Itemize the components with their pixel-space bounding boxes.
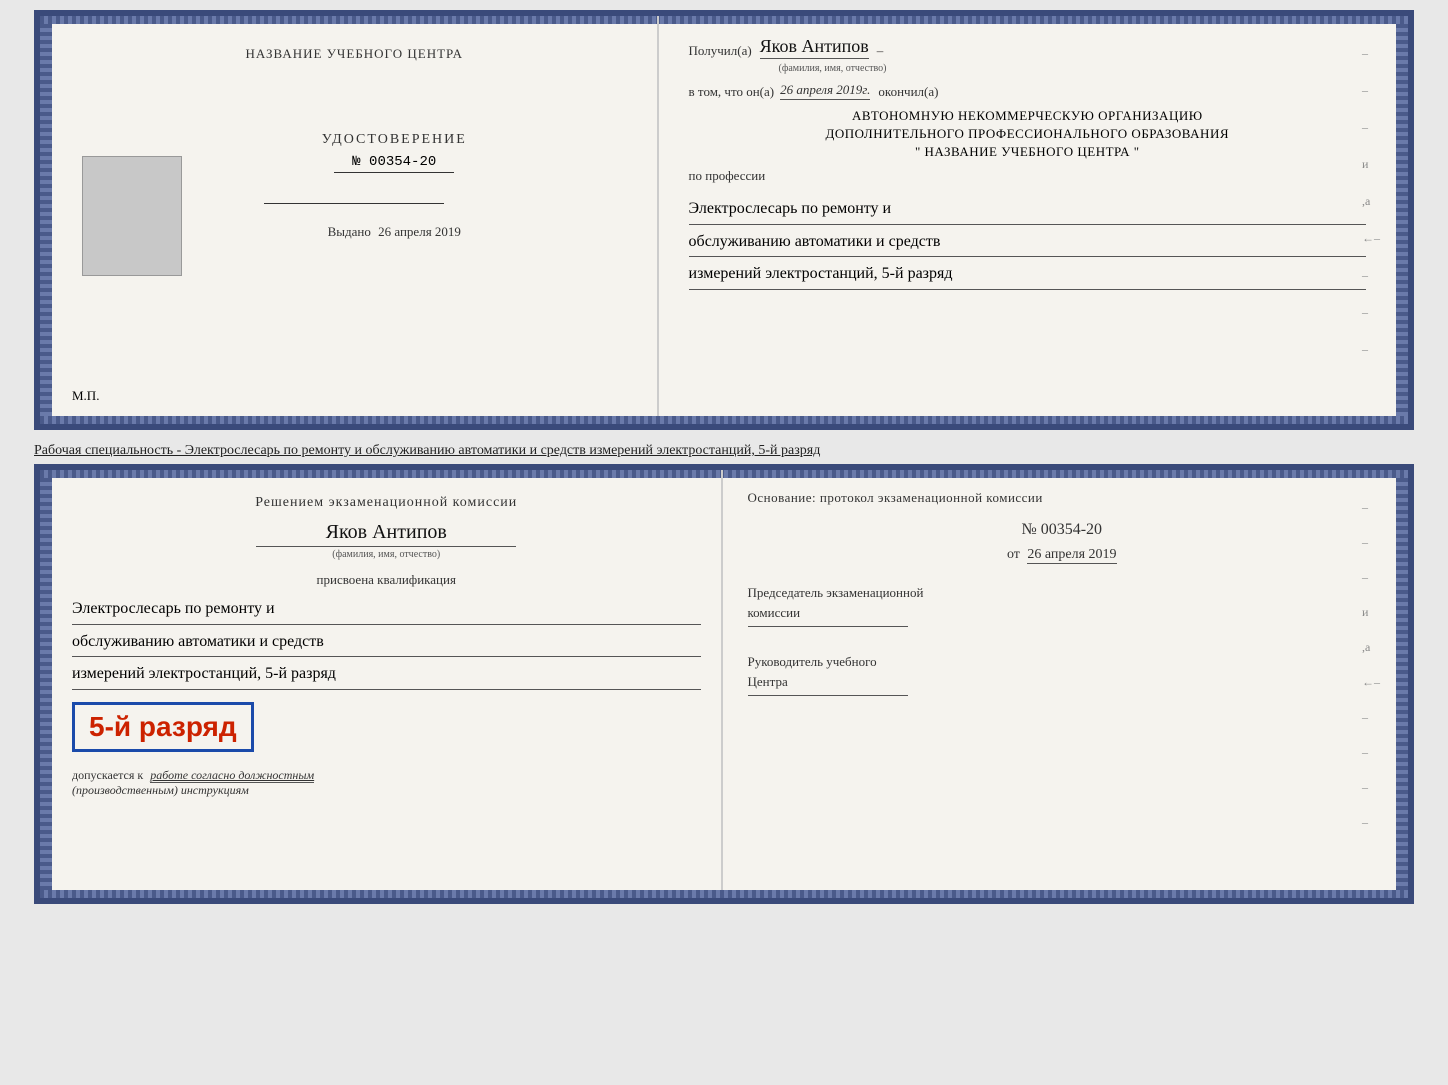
chairman-sign-line	[748, 626, 908, 627]
vydano-date: 26 апреля 2019	[378, 224, 461, 239]
deco-dash2: –	[1362, 83, 1380, 98]
doc-number: № 00354-20	[334, 154, 454, 173]
qual-line1: Электрослесарь по ремонту и	[72, 596, 701, 625]
mp-label: М.П.	[72, 388, 99, 404]
qual-line2: обслуживанию автоматики и средств	[72, 629, 701, 658]
official-block: Председатель экзаменационной комиссии Ру…	[748, 583, 1377, 696]
deco-dash8: –	[1362, 305, 1380, 320]
vydano-block: Выдано 26 апреля 2019	[328, 224, 461, 240]
deco-b10: –	[1362, 815, 1380, 830]
rukovoditel-block: Руководитель учебного Центра	[748, 652, 1377, 696]
rank-badge: 5-й разряд	[72, 702, 254, 752]
deco-b2: –	[1362, 535, 1380, 550]
vydano-label: Выдано	[328, 224, 371, 239]
right-border-bottom	[1396, 470, 1408, 898]
top-left-page: НАЗВАНИЕ УЧЕБНОГО ЦЕНТРА УДОСТОВЕРЕНИЕ №…	[52, 16, 659, 424]
chairman-line2: комиссии	[748, 603, 1377, 623]
deco-dash4: и	[1362, 157, 1380, 172]
deco-dash5: ,а	[1362, 194, 1380, 209]
name-underline	[256, 546, 516, 547]
rank-text: 5-й разряд	[89, 711, 237, 742]
chairman-line1: Председатель экзаменационной	[748, 583, 1377, 603]
recipient-name-bottom: Яков Антипов	[72, 521, 701, 544]
left-border-bottom	[40, 470, 52, 898]
top-right-page: Получил(а) Яков Антипов – (фамилия, имя,…	[659, 16, 1396, 424]
komissia-title: Решением экзаменационной комиссии	[72, 495, 701, 511]
specialty-text: Рабочая специальность - Электрослесарь п…	[34, 443, 1414, 459]
rukovoditel-line2: Центра	[748, 672, 1377, 692]
dopuskaetsya-text2: (производственным) инструкциям	[72, 783, 249, 797]
fio-label-bottom: (фамилия, имя, отчество)	[72, 549, 701, 560]
signature-line-left	[264, 203, 444, 204]
osnov-title: Основание: протокол экзаменационной коми…	[748, 490, 1377, 506]
deco-b3: –	[1362, 570, 1380, 585]
bottom-left-page: Решением экзаменационной комиссии Яков А…	[52, 470, 723, 898]
qual-lines: Электрослесарь по ремонту и обслуживанию…	[72, 596, 701, 690]
left-border	[40, 16, 52, 424]
bottom-diploma-book: Решением экзаменационной комиссии Яков А…	[34, 464, 1414, 904]
deco-dash7: –	[1362, 268, 1380, 283]
rukovoditel-sign-line	[748, 695, 908, 696]
deco-b5: ,а	[1362, 640, 1380, 655]
deco-b4: и	[1362, 605, 1380, 620]
recipient-name-top: Яков Антипов	[760, 36, 869, 59]
photo-placeholder	[82, 156, 182, 276]
bottom-right-page: Основание: протокол экзаменационной коми…	[723, 470, 1397, 898]
deco-dash1: –	[1362, 46, 1380, 61]
deco-b8: –	[1362, 745, 1380, 760]
deco-dash9: –	[1362, 342, 1380, 357]
top-diploma-book: НАЗВАНИЕ УЧЕБНОГО ЦЕНТРА УДОСТОВЕРЕНИЕ №…	[34, 10, 1414, 430]
deco-b6: ←–	[1362, 675, 1380, 690]
rukovoditel-line1: Руководитель учебного	[748, 652, 1377, 672]
deco-dash6: ←–	[1362, 231, 1380, 246]
deco-b7: –	[1362, 710, 1380, 725]
prof-line3: измерений электростанций, 5-й разряд	[689, 261, 1366, 290]
poluchil-label: Получил(а)	[689, 43, 752, 59]
dash1: –	[877, 43, 884, 59]
dopuskaetsya-text: работе согласно должностным	[150, 768, 314, 783]
fio-label-top: (фамилия, имя, отчество)	[779, 63, 1366, 74]
prof-line1: Электрослесарь по ремонту и	[689, 196, 1366, 225]
udostoverenie-title: УДОСТОВЕРЕНИЕ	[322, 132, 467, 148]
protocol-date-prefix: от	[1007, 547, 1020, 562]
deco-b1: –	[1362, 500, 1380, 515]
qual-line3: измерений электростанций, 5-й разряд	[72, 661, 701, 690]
vtom-label: в том, что он(а)	[689, 84, 775, 100]
org-line2: ДОПОЛНИТЕЛЬНОГО ПРОФЕССИОНАЛЬНОГО ОБРАЗО…	[689, 126, 1366, 142]
chairman-block: Председатель экзаменационной комиссии	[748, 583, 1377, 627]
right-deco-bottom: – – – и ,а ←– – – – –	[1362, 500, 1380, 830]
udostoverenie-block: УДОСТОВЕРЕНИЕ № 00354-20	[322, 132, 467, 173]
vtom-date: 26 апреля 2019г.	[780, 82, 870, 100]
dopuskaetsya-block: допускается к работе согласно должностны…	[72, 768, 701, 798]
dopuskaetsya-label: допускается к	[72, 768, 143, 782]
deco-b9: –	[1362, 780, 1380, 795]
right-border-top	[1396, 16, 1408, 424]
right-deco-top: – – – и ,а ←– – – –	[1362, 46, 1380, 357]
profession-block-top: Электрослесарь по ремонту и обслуживанию…	[689, 196, 1366, 294]
poluchil-line: Получил(а) Яков Антипов –	[689, 36, 1366, 59]
po-professii-label: по профессии	[689, 168, 1366, 184]
org-line1: АВТОНОМНУЮ НЕКОММЕРЧЕСКУЮ ОРГАНИЗАЦИЮ	[689, 108, 1366, 124]
okonchil-label: окончил(а)	[878, 84, 938, 100]
deco-dash3: –	[1362, 120, 1380, 135]
prof-line2: обслуживанию автоматики и средств	[689, 229, 1366, 258]
prisvoena-text: присвоена квалификация	[72, 572, 701, 588]
vtom-line: в том, что он(а) 26 апреля 2019г. окончи…	[689, 82, 1366, 100]
protocol-number: № 00354-20	[748, 521, 1377, 539]
protocol-date: от 26 апреля 2019	[748, 547, 1377, 563]
org-quote: " НАЗВАНИЕ УЧЕБНОГО ЦЕНТРА "	[689, 144, 1366, 160]
training-center-top: НАЗВАНИЕ УЧЕБНОГО ЦЕНТРА	[246, 46, 463, 62]
protocol-date-value: 26 апреля 2019	[1027, 547, 1116, 564]
